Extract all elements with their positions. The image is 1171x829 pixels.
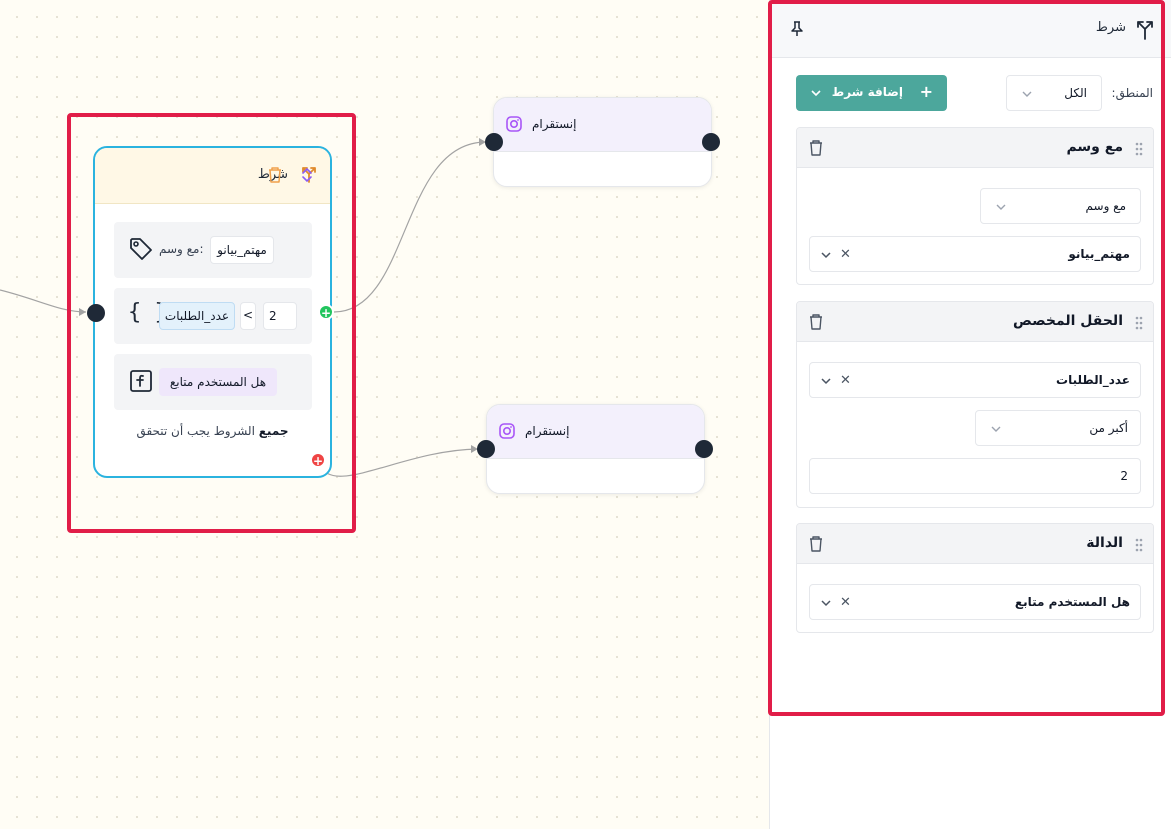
true-edge (333, 141, 487, 313)
function-icon (130, 370, 152, 396)
rule-custom-field[interactable]: { } عدد_الطلبات < 2 (114, 288, 312, 344)
instagram-icon (506, 116, 522, 136)
condition-node-header: شرط (95, 148, 330, 204)
instagram-node-header: إنستقرام (494, 98, 711, 152)
true-output-handle[interactable]: + (318, 304, 334, 320)
rule-tag[interactable]: مع وسم: مهتم_بيانو (114, 222, 312, 278)
instagram-node-label: إنستقرام (525, 424, 570, 438)
delete-node-icon[interactable] (267, 166, 283, 188)
rule-tag-label: مع وسم: (159, 242, 204, 256)
instagram-2-output-handle[interactable] (695, 440, 713, 458)
instagram-node-label: إنستقرام (532, 117, 577, 131)
rule-function-value: هل المستخدم متابع (159, 368, 277, 396)
instagram-1-input-handle[interactable] (485, 133, 503, 151)
false-output-handle[interactable]: + (310, 452, 326, 468)
instagram-node-1[interactable]: إنستقرام (493, 97, 712, 187)
instagram-1-output-handle[interactable] (702, 133, 720, 151)
condition-node[interactable]: شرط مع وسم: مهتم_بيانو { } عدد_الطلبات <… (93, 146, 332, 478)
condition-input-handle[interactable] (87, 304, 105, 322)
rule-function[interactable]: هل المستخدم متابع (114, 354, 312, 410)
instagram-icon (499, 423, 515, 443)
instagram-node-2[interactable]: إنستقرام (486, 404, 705, 494)
flow-canvas[interactable]: شرط مع وسم: مهتم_بيانو { } عدد_الطلبات <… (0, 0, 769, 829)
rule-compare-value: 2 (263, 302, 297, 330)
tag-icon (128, 236, 154, 266)
instagram-2-input-handle[interactable] (477, 440, 495, 458)
collapse-toggle-icon[interactable] (301, 166, 313, 188)
footer-bold: جميع (258, 424, 289, 438)
rule-field-value: عدد_الطلبات (159, 302, 235, 330)
instagram-node-header: إنستقرام (487, 405, 704, 459)
footer-rest: الشروط يجب أن تتحقق (136, 424, 259, 438)
panel-selection-highlight (768, 0, 1165, 716)
condition-footer: جميع الشروط يجب أن تتحقق (95, 424, 330, 438)
rule-operator-value: < (240, 302, 256, 330)
rule-tag-value: مهتم_بيانو (210, 236, 274, 264)
